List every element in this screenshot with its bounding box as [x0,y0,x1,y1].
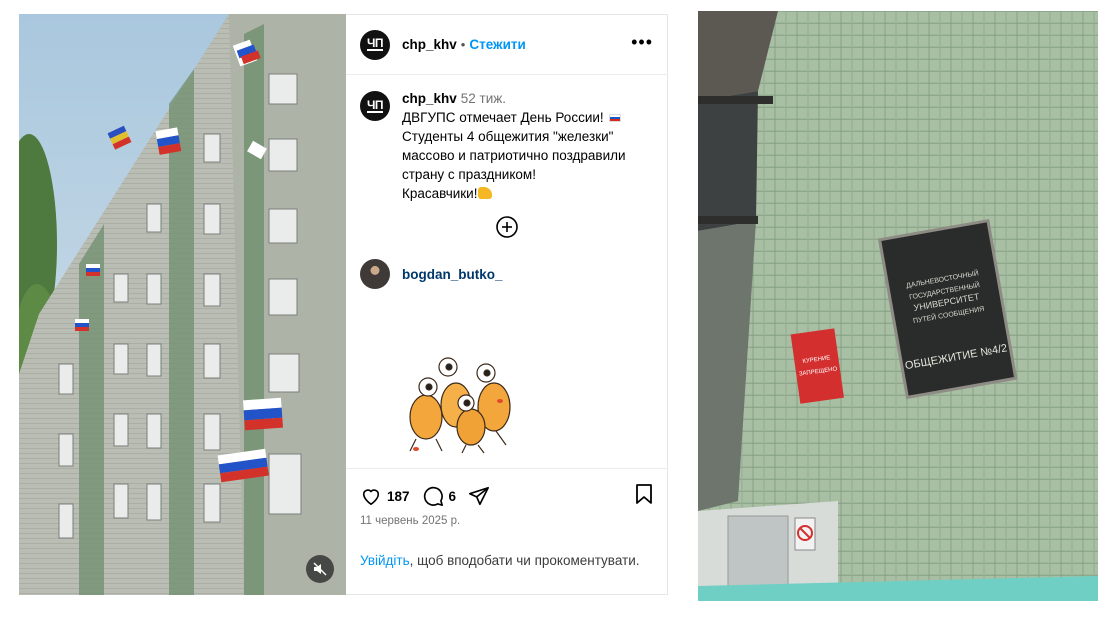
mute-button[interactable] [306,555,334,583]
separator-dot: • [460,37,466,52]
share-icon [469,486,490,506]
login-link[interactable]: Увійдіть [360,553,410,568]
post-caption: ЧП chp_khv 52 тиж. ДВГУПС отмечает День Р… [346,75,667,203]
follow-button[interactable]: Стежити [469,37,525,52]
post-media-video[interactable] [19,14,346,595]
caption-line: ДВГУПС отмечает День России! [402,108,653,127]
flexed-biceps-emoji-icon [478,187,493,199]
load-more-comments-button[interactable] [346,215,667,239]
brick-wall-plaque-image: КУРЕНИЕ ЗАПРЕЩЕНО ДАЛЬНЕВОСТОЧНЫЙ ГОСУДА… [698,11,1098,601]
author-username[interactable]: chp_khv [402,37,457,52]
caption-username[interactable]: chp_khv [402,91,457,106]
bookmark-icon [636,483,652,504]
post-panel: ЧП chp_khv • Стежити ••• ЧП chp_khv 52 ти… [346,14,668,595]
commenter-avatar[interactable] [360,259,390,289]
author-avatar[interactable]: ЧП [360,29,390,60]
post-actions: 187 6 11 червень 2025 р. [346,468,667,527]
caption-line: страну с праздником! [402,167,536,182]
building-flags-photo [19,14,346,595]
commenter-username[interactable]: bogdan_butko_ [402,267,503,282]
post-header: ЧП chp_khv • Стежити ••• [346,15,667,75]
speaker-muted-icon [313,562,327,576]
comment-count[interactable]: 6 [449,489,457,504]
like-button[interactable]: 187 [360,486,422,506]
login-prompt: Увійдіть, щоб вподобати чи прокоментуват… [360,551,640,570]
dancing-birds-sticker [409,357,511,454]
comment-button[interactable]: 6 [422,485,469,507]
caption-time[interactable]: 52 тиж. [461,91,506,106]
plus-circle-icon [495,216,518,238]
caption-avatar[interactable]: ЧП [360,91,390,121]
caption-line: массово и патриотично поздравили [402,148,626,163]
more-options-button[interactable]: ••• [631,33,653,53]
comment-icon [423,486,443,506]
post-date[interactable]: 11 червень 2025 р. [346,509,667,527]
like-count[interactable]: 187 [387,489,410,504]
dormitory-wall-photo: КУРЕНИЕ ЗАПРЕЩЕНО ДАЛЬНЕВОСТОЧНЫЙ ГОСУДА… [698,11,1098,601]
save-button[interactable] [635,483,653,510]
caption-line: Красавчики! [402,184,653,203]
share-button[interactable] [468,485,490,507]
login-prompt-text: , щоб вподобати чи прокоментувати. [409,553,640,568]
heart-icon [362,489,380,506]
russia-flag-emoji-icon [609,114,622,122]
caption-line: Студенты 4 общежития "железки" [402,129,614,144]
comment-item: bogdan_butko_ [346,239,667,289]
